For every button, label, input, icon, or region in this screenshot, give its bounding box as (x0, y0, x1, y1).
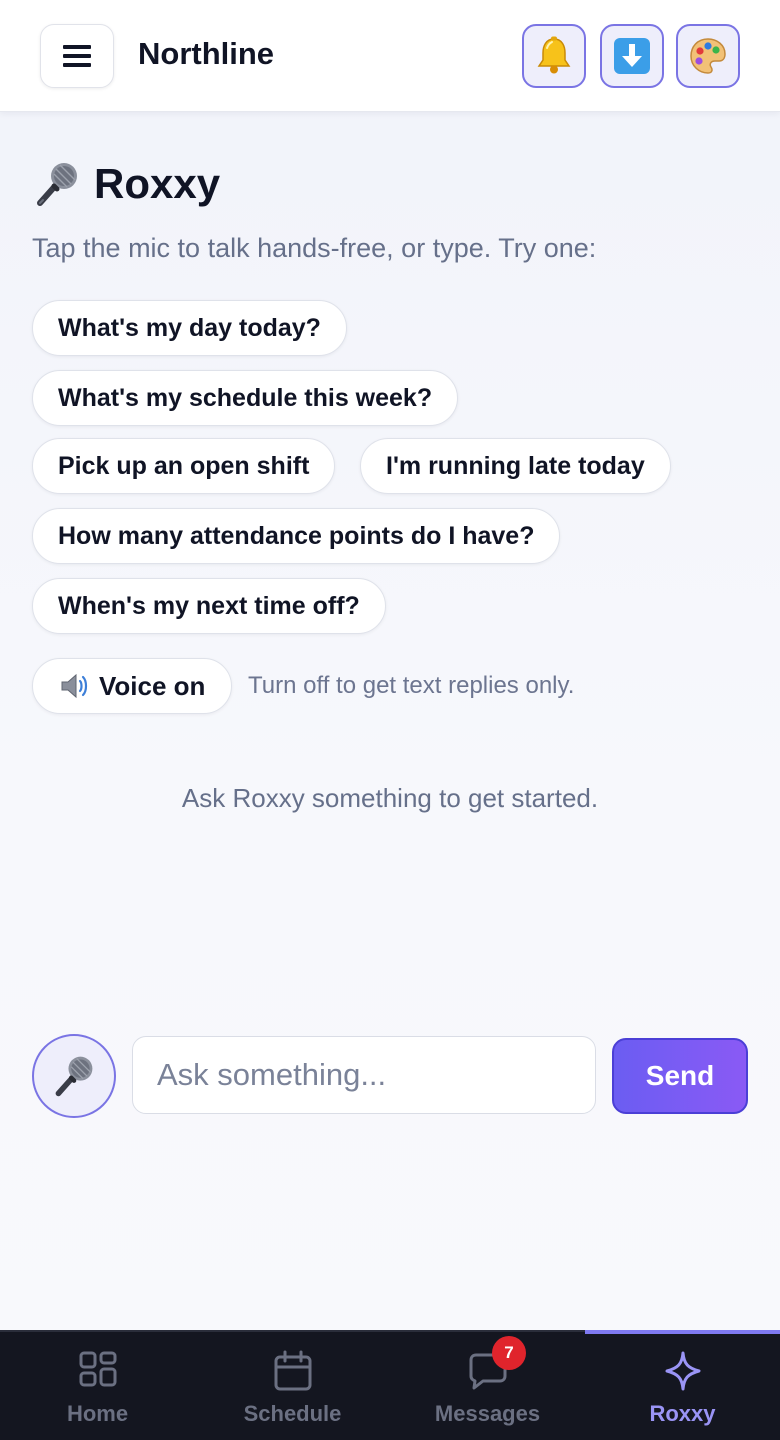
bottom-nav: Home Schedule 7 Messages Roxxy (0, 1330, 780, 1440)
nav-item-roxxy[interactable]: Roxxy (585, 1330, 780, 1440)
nav-item-schedule[interactable]: Schedule (195, 1332, 390, 1440)
nav-item-home[interactable]: Home (0, 1332, 195, 1440)
suggestion-chip[interactable]: What's my schedule this week? (32, 370, 459, 426)
download-button[interactable] (600, 24, 664, 88)
calendar-icon (274, 1350, 312, 1391)
nav-label-messages: Messages (434, 1401, 541, 1426)
app-title: Northline (138, 36, 275, 71)
voice-toggle-label: Voice on (99, 670, 206, 701)
send-button[interactable]: Send (612, 1038, 748, 1114)
voice-input-button[interactable] (32, 1034, 116, 1118)
nav-item-messages[interactable]: 7 Messages (390, 1332, 585, 1440)
assistant-heading: Roxxy (32, 158, 220, 210)
speaker-icon (61, 673, 88, 699)
sparkle-icon (665, 1351, 701, 1391)
unread-badge: 7 (492, 1336, 526, 1370)
grid-icon (79, 1351, 117, 1387)
palette-icon (690, 38, 726, 74)
menu-button[interactable] (40, 24, 114, 88)
hamburger-icon (63, 45, 91, 67)
suggestion-chip[interactable]: I'm running late today (360, 438, 671, 494)
nav-label-home: Home (66, 1401, 129, 1426)
theme-button[interactable] (676, 24, 740, 88)
download-arrow-icon (614, 38, 650, 74)
top-header: Northline (0, 0, 780, 112)
suggestion-chip[interactable]: What's my day today? (32, 300, 347, 356)
notifications-button[interactable] (522, 24, 586, 88)
page-title: Roxxy (94, 160, 221, 207)
app-screen: Northline Roxxy Tap the mic to talk hand… (0, 0, 780, 1440)
suggestion-chip[interactable]: When's my next time off? (32, 578, 386, 634)
suggestion-chip[interactable]: Pick up an open shift (32, 438, 336, 494)
ask-input[interactable] (132, 1036, 596, 1114)
nav-label-schedule: Schedule (243, 1401, 342, 1426)
nav-label-roxxy: Roxxy (649, 1401, 716, 1426)
voice-hint: Turn off to get text replies only. (248, 672, 575, 699)
voice-toggle-button[interactable]: Voice on (32, 658, 232, 714)
suggestion-chip[interactable]: How many attendance points do I have? (32, 508, 561, 564)
bell-icon (537, 36, 571, 74)
microphone-icon (37, 163, 77, 206)
empty-state-message: Ask Roxxy something to get started. (181, 783, 599, 813)
microphone-icon (55, 1056, 93, 1097)
assistant-subtitle: Tap the mic to talk hands-free, or type.… (32, 233, 597, 263)
